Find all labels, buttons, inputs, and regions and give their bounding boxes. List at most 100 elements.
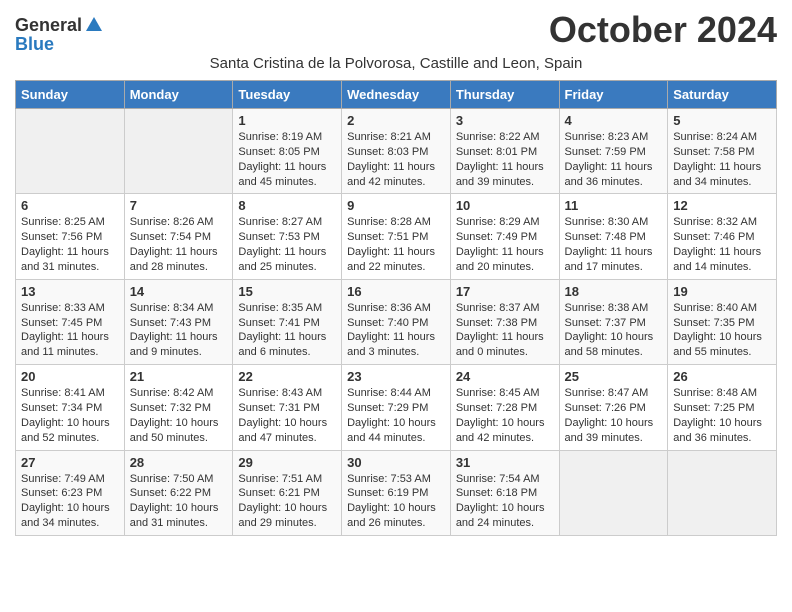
calendar-cell	[124, 109, 233, 194]
day-number: 13	[21, 284, 119, 299]
cell-info: Sunrise: 8:40 AMSunset: 7:35 PMDaylight:…	[673, 301, 771, 360]
calendar-cell: 26Sunrise: 8:48 AMSunset: 7:25 PMDayligh…	[668, 365, 777, 450]
day-number: 31	[456, 455, 554, 470]
day-number: 26	[673, 369, 771, 384]
day-number: 17	[456, 284, 554, 299]
logo-general-text: General	[15, 16, 82, 34]
day-number: 28	[130, 455, 228, 470]
calendar-cell: 19 Sunrise: 8:40 AMSunset: 7:35 PMDayligh…	[668, 279, 777, 364]
cell-info: Sunrise: 8:37 AMSunset: 7:38 PMDaylight:…	[456, 301, 554, 360]
day-number: 2	[347, 113, 445, 128]
cell-info: Sunrise: 8:34 AMSunset: 7:43 PMDaylight:…	[130, 301, 228, 360]
cell-info: Sunrise: 8:44 AMSunset: 7:29 PMDaylight:…	[347, 386, 445, 445]
day-number: 24	[456, 369, 554, 384]
calendar-week-1: 6 Sunrise: 8:25 AMSunset: 7:56 PMDaylight…	[16, 194, 777, 279]
day-header-saturday: Saturday	[668, 81, 777, 109]
calendar-cell: 3Sunrise: 8:22 AMSunset: 8:01 PMDaylight…	[450, 109, 559, 194]
day-number: 11	[565, 198, 663, 213]
calendar-cell: 23 Sunrise: 8:44 AMSunset: 7:29 PMDayligh…	[342, 365, 451, 450]
day-number: 7	[130, 198, 228, 213]
cell-info: Sunrise: 8:23 AMSunset: 7:59 PMDaylight:…	[565, 130, 663, 189]
day-number: 4	[565, 113, 663, 128]
calendar-cell: 21 Sunrise: 8:42 AMSunset: 7:32 PMDayligh…	[124, 365, 233, 450]
cell-info: Sunrise: 8:29 AMSunset: 7:49 PMDaylight:…	[456, 215, 554, 274]
cell-info: Sunrise: 7:51 AMSunset: 6:21 PMDaylight:…	[238, 472, 336, 531]
calendar-cell: 8 Sunrise: 8:27 AMSunset: 7:53 PMDaylight…	[233, 194, 342, 279]
cell-info: Sunrise: 7:49 AMSunset: 6:23 PMDaylight:…	[21, 472, 119, 531]
day-number: 22	[238, 369, 336, 384]
calendar-cell	[668, 450, 777, 535]
day-number: 8	[238, 198, 336, 213]
cell-info: Sunrise: 8:24 AMSunset: 7:58 PMDaylight:…	[673, 130, 771, 189]
cell-info: Sunrise: 8:30 AMSunset: 7:48 PMDaylight:…	[565, 215, 663, 274]
calendar-cell: 6 Sunrise: 8:25 AMSunset: 7:56 PMDaylight…	[16, 194, 125, 279]
calendar-cell: 27 Sunrise: 7:49 AMSunset: 6:23 PMDayligh…	[16, 450, 125, 535]
calendar-cell: 20 Sunrise: 8:41 AMSunset: 7:34 PMDayligh…	[16, 365, 125, 450]
cell-info: Sunrise: 8:33 AMSunset: 7:45 PMDaylight:…	[21, 301, 119, 360]
cell-info: Sunrise: 8:35 AMSunset: 7:41 PMDaylight:…	[238, 301, 336, 360]
calendar-cell: 11 Sunrise: 8:30 AMSunset: 7:48 PMDayligh…	[559, 194, 668, 279]
logo-blue-text: Blue	[15, 35, 54, 53]
day-number: 21	[130, 369, 228, 384]
cell-info: Sunrise: 8:19 AMSunset: 8:05 PMDaylight:…	[238, 130, 336, 189]
cell-info: Sunrise: 8:38 AMSunset: 7:37 PMDaylight:…	[565, 301, 663, 360]
calendar-cell: 15 Sunrise: 8:35 AMSunset: 7:41 PMDayligh…	[233, 279, 342, 364]
day-number: 10	[456, 198, 554, 213]
calendar-cell: 14 Sunrise: 8:34 AMSunset: 7:43 PMDayligh…	[124, 279, 233, 364]
cell-info: Sunrise: 8:47 AMSunset: 7:26 PMDaylight:…	[565, 386, 663, 445]
calendar-cell: 7 Sunrise: 8:26 AMSunset: 7:54 PMDaylight…	[124, 194, 233, 279]
day-number: 19	[673, 284, 771, 299]
day-number: 25	[565, 369, 663, 384]
day-header-sunday: Sunday	[16, 81, 125, 109]
month-title: October 2024	[549, 10, 777, 50]
location-title: Santa Cristina de la Polvorosa, Castille…	[15, 55, 777, 72]
day-number: 16	[347, 284, 445, 299]
calendar-cell	[16, 109, 125, 194]
cell-info: Sunrise: 8:36 AMSunset: 7:40 PMDaylight:…	[347, 301, 445, 360]
calendar-cell: 31Sunrise: 7:54 AMSunset: 6:18 PMDayligh…	[450, 450, 559, 535]
calendar-cell: 29 Sunrise: 7:51 AMSunset: 6:21 PMDayligh…	[233, 450, 342, 535]
calendar-table: SundayMondayTuesdayWednesdayThursdayFrid…	[15, 80, 777, 536]
day-header-thursday: Thursday	[450, 81, 559, 109]
day-header-tuesday: Tuesday	[233, 81, 342, 109]
cell-info: Sunrise: 7:53 AMSunset: 6:19 PMDaylight:…	[347, 472, 445, 531]
logo-icon	[84, 15, 104, 35]
calendar-cell: 16 Sunrise: 8:36 AMSunset: 7:40 PMDayligh…	[342, 279, 451, 364]
calendar-cell: 22 Sunrise: 8:43 AMSunset: 7:31 PMDayligh…	[233, 365, 342, 450]
day-number: 30	[347, 455, 445, 470]
day-number: 6	[21, 198, 119, 213]
day-number: 9	[347, 198, 445, 213]
header: General Blue October 2024	[15, 10, 777, 53]
calendar-cell: 30 Sunrise: 7:53 AMSunset: 6:19 PMDayligh…	[342, 450, 451, 535]
day-number: 14	[130, 284, 228, 299]
calendar-cell: 5Sunrise: 8:24 AMSunset: 7:58 PMDaylight…	[668, 109, 777, 194]
calendar-body: 1 Sunrise: 8:19 AMSunset: 8:05 PMDaylight…	[16, 109, 777, 536]
cell-info: Sunrise: 8:27 AMSunset: 7:53 PMDaylight:…	[238, 215, 336, 274]
cell-info: Sunrise: 8:42 AMSunset: 7:32 PMDaylight:…	[130, 386, 228, 445]
day-number: 27	[21, 455, 119, 470]
day-number: 18	[565, 284, 663, 299]
calendar-cell: 9 Sunrise: 8:28 AMSunset: 7:51 PMDaylight…	[342, 194, 451, 279]
calendar-cell: 18 Sunrise: 8:38 AMSunset: 7:37 PMDayligh…	[559, 279, 668, 364]
cell-info: Sunrise: 8:22 AMSunset: 8:01 PMDaylight:…	[456, 130, 554, 189]
day-number: 20	[21, 369, 119, 384]
logo: General Blue	[15, 15, 104, 53]
day-header-wednesday: Wednesday	[342, 81, 451, 109]
day-number: 29	[238, 455, 336, 470]
day-number: 15	[238, 284, 336, 299]
day-number: 23	[347, 369, 445, 384]
calendar-week-4: 27 Sunrise: 7:49 AMSunset: 6:23 PMDayligh…	[16, 450, 777, 535]
calendar-week-3: 20 Sunrise: 8:41 AMSunset: 7:34 PMDayligh…	[16, 365, 777, 450]
cell-info: Sunrise: 8:45 AMSunset: 7:28 PMDaylight:…	[456, 386, 554, 445]
cell-info: Sunrise: 8:41 AMSunset: 7:34 PMDaylight:…	[21, 386, 119, 445]
day-number: 1	[238, 113, 336, 128]
cell-info: Sunrise: 8:43 AMSunset: 7:31 PMDaylight:…	[238, 386, 336, 445]
calendar-cell: 2Sunrise: 8:21 AMSunset: 8:03 PMDaylight…	[342, 109, 451, 194]
cell-info: Sunrise: 8:25 AMSunset: 7:56 PMDaylight:…	[21, 215, 119, 274]
cell-info: Sunrise: 7:50 AMSunset: 6:22 PMDaylight:…	[130, 472, 228, 531]
cell-info: Sunrise: 8:26 AMSunset: 7:54 PMDaylight:…	[130, 215, 228, 274]
calendar-cell: 28 Sunrise: 7:50 AMSunset: 6:22 PMDayligh…	[124, 450, 233, 535]
calendar-header-row: SundayMondayTuesdayWednesdayThursdayFrid…	[16, 81, 777, 109]
calendar-cell: 12Sunrise: 8:32 AMSunset: 7:46 PMDayligh…	[668, 194, 777, 279]
cell-info: Sunrise: 8:28 AMSunset: 7:51 PMDaylight:…	[347, 215, 445, 274]
